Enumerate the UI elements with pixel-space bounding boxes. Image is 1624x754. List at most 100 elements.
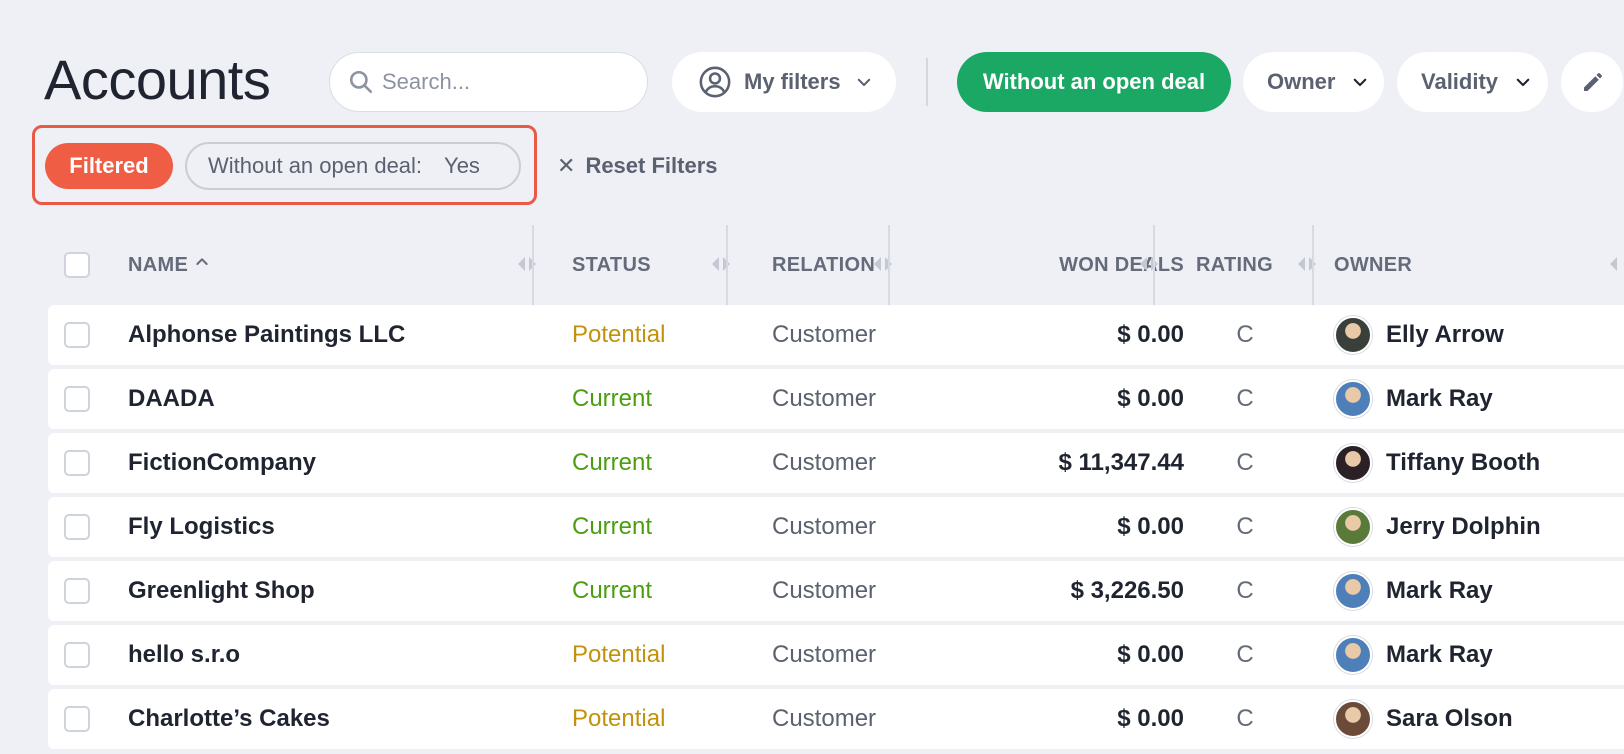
column-resize-handle[interactable] bbox=[1140, 257, 1160, 273]
header: Accounts My filters Without an open deal… bbox=[0, 0, 1624, 120]
row-checkbox[interactable] bbox=[64, 450, 90, 476]
reset-filters-button[interactable]: ✕ Reset Filters bbox=[557, 150, 718, 182]
avatar bbox=[1334, 316, 1372, 354]
table-row[interactable]: DAADA Current Customer $ 0.00 C Mark Ray bbox=[48, 369, 1624, 429]
filter-chip-label: Without an open deal: bbox=[208, 153, 423, 178]
column-header-label: RATING bbox=[1196, 253, 1273, 276]
column-header-relation[interactable]: RELATION bbox=[772, 225, 875, 305]
column-header-owner[interactable]: OWNER bbox=[1334, 225, 1412, 305]
column-divider bbox=[726, 225, 728, 305]
row-checkbox[interactable] bbox=[64, 386, 90, 412]
select-all-checkbox[interactable] bbox=[64, 252, 90, 278]
owner-name: Sara Olson bbox=[1386, 705, 1513, 732]
column-resize-handle[interactable] bbox=[518, 257, 538, 273]
won-deals-amount: $ 0.00 bbox=[1117, 641, 1184, 668]
table-row[interactable]: hello s.r.o Potential Customer $ 0.00 C … bbox=[48, 625, 1624, 685]
column-header-label: OWNER bbox=[1334, 253, 1413, 276]
table-header: NAME STATUS RELATION WON DEALS RATING OW… bbox=[48, 225, 1624, 305]
column-resize-handle[interactable] bbox=[1610, 257, 1624, 273]
account-status: Current bbox=[572, 513, 653, 540]
column-resize-handle[interactable] bbox=[1298, 257, 1318, 273]
row-checkbox-cell bbox=[64, 689, 90, 749]
owner-cell[interactable]: Mark Ray bbox=[1334, 561, 1493, 621]
account-rating: C bbox=[1236, 385, 1254, 412]
owner-cell[interactable]: Sara Olson bbox=[1334, 689, 1513, 749]
row-checkbox-cell bbox=[64, 561, 90, 621]
account-rating: C bbox=[1236, 641, 1254, 668]
table-row[interactable]: Greenlight Shop Current Customer $ 3,226… bbox=[48, 561, 1624, 621]
column-header-name[interactable]: NAME bbox=[128, 225, 210, 305]
avatar bbox=[1334, 700, 1372, 738]
owner-cell[interactable]: Jerry Dolphin bbox=[1334, 497, 1541, 557]
my-filters-button[interactable]: My filters bbox=[672, 52, 896, 112]
column-header-label: NAME bbox=[128, 253, 189, 276]
column-header-status[interactable]: STATUS bbox=[572, 225, 651, 305]
row-checkbox[interactable] bbox=[64, 642, 90, 668]
account-name[interactable]: Greenlight Shop bbox=[128, 561, 315, 621]
owner-cell[interactable]: Mark Ray bbox=[1334, 625, 1493, 685]
pencil-icon bbox=[1584, 73, 1602, 91]
row-checkbox-cell bbox=[64, 433, 90, 493]
header-divider bbox=[926, 58, 928, 106]
account-rating: C bbox=[1236, 513, 1254, 540]
owner-cell[interactable]: Elly Arrow bbox=[1334, 305, 1504, 365]
filter-chip-value: Yes bbox=[444, 153, 480, 178]
search-box[interactable] bbox=[329, 52, 648, 112]
table-row[interactable]: Charlotte’s Cakes Potential Customer $ 0… bbox=[48, 689, 1624, 749]
search-icon bbox=[349, 70, 373, 94]
won-deals-amount: $ 3,226.50 bbox=[1070, 577, 1184, 604]
table-row[interactable]: Alphonse Paintings LLC Potential Custome… bbox=[48, 305, 1624, 365]
chevron-down-icon bbox=[1354, 78, 1367, 87]
quick-filter-without-open-deal[interactable]: Without an open deal bbox=[957, 52, 1231, 112]
avatar bbox=[1334, 636, 1372, 674]
account-name[interactable]: DAADA bbox=[128, 369, 215, 429]
owner-filter-dropdown[interactable]: Owner bbox=[1243, 52, 1384, 112]
page-title: Accounts bbox=[44, 48, 271, 111]
account-status: Potential bbox=[572, 641, 666, 668]
search-input[interactable] bbox=[382, 69, 632, 95]
account-name[interactable]: Charlotte’s Cakes bbox=[128, 689, 330, 749]
account-name[interactable]: FictionCompany bbox=[128, 433, 316, 493]
account-relation: Customer bbox=[772, 641, 877, 668]
row-checkbox[interactable] bbox=[64, 322, 90, 348]
column-header-rating[interactable]: RATING bbox=[1196, 225, 1273, 305]
account-relation: Customer bbox=[772, 705, 877, 732]
account-status: Potential bbox=[572, 321, 666, 348]
column-header-label: RELATION bbox=[772, 253, 876, 276]
owner-cell[interactable]: Tiffany Booth bbox=[1334, 433, 1540, 493]
my-filters-label: My filters bbox=[744, 69, 841, 94]
account-relation: Customer bbox=[772, 577, 877, 604]
column-header-won-deals[interactable]: WON DEALS bbox=[1059, 225, 1184, 305]
owner-name: Mark Ray bbox=[1386, 385, 1493, 412]
won-deals-amount: $ 0.00 bbox=[1117, 385, 1184, 412]
validity-filter-dropdown[interactable]: Validity bbox=[1397, 52, 1548, 112]
account-status: Current bbox=[572, 577, 653, 604]
chevron-down-icon bbox=[857, 78, 870, 86]
avatar bbox=[1334, 572, 1372, 610]
account-name[interactable]: hello s.r.o bbox=[128, 625, 240, 685]
owner-cell[interactable]: Mark Ray bbox=[1334, 369, 1493, 429]
select-all-cell bbox=[64, 225, 90, 305]
table-row[interactable]: Fly Logistics Current Customer $ 0.00 C … bbox=[48, 497, 1624, 557]
row-checkbox[interactable] bbox=[64, 578, 90, 604]
account-rating: C bbox=[1236, 705, 1254, 732]
account-relation: Customer bbox=[772, 449, 877, 476]
column-divider bbox=[888, 225, 890, 305]
column-header-label: STATUS bbox=[572, 253, 651, 276]
edit-filters-button[interactable] bbox=[1561, 52, 1623, 112]
account-status: Current bbox=[572, 449, 653, 476]
user-circle-icon bbox=[699, 66, 731, 98]
column-resize-handle[interactable] bbox=[712, 257, 732, 273]
active-filter-chip[interactable]: Without an open deal: Yes bbox=[185, 142, 521, 190]
account-name[interactable]: Fly Logistics bbox=[128, 497, 275, 557]
account-name[interactable]: Alphonse Paintings LLC bbox=[128, 305, 405, 365]
column-resize-handle[interactable] bbox=[874, 257, 894, 273]
row-checkbox[interactable] bbox=[64, 514, 90, 540]
owner-filter-label: Owner bbox=[1267, 69, 1336, 94]
account-status: Potential bbox=[572, 705, 666, 732]
row-checkbox[interactable] bbox=[64, 706, 90, 732]
won-deals-amount: $ 11,347.44 bbox=[1058, 449, 1184, 476]
row-checkbox-cell bbox=[64, 305, 90, 365]
avatar bbox=[1334, 444, 1372, 482]
table-row[interactable]: FictionCompany Current Customer $ 11,347… bbox=[48, 433, 1624, 493]
